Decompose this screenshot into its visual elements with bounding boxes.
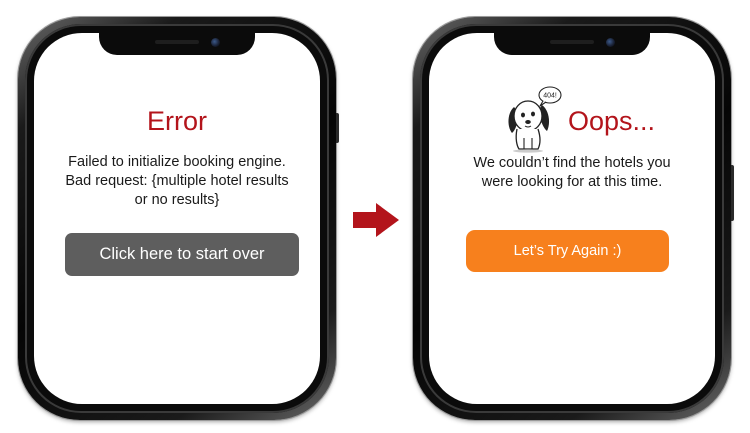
speaker-grille: [550, 40, 594, 44]
oops-screen: 404! Oops... We couldn’t find the hotels…: [429, 33, 715, 404]
error-message: Failed to initialize booking engine. Bad…: [44, 153, 310, 210]
phone-notch: [494, 33, 650, 55]
error-message-line: or no results}: [134, 192, 220, 208]
try-again-button[interactable]: Let’s Try Again :): [466, 230, 669, 272]
phone-bezel: 404! Oops... We couldn’t find the hotels…: [420, 24, 724, 413]
oops-message-line: We couldn’t find the hotels you: [473, 155, 671, 171]
dog-icon: 404!: [508, 86, 562, 153]
error-message-line: Failed to initialize booking engine.: [68, 154, 286, 170]
camera-icon: [211, 38, 220, 47]
phone-oops-state: 404! Oops... We couldn’t find the hotels…: [413, 17, 734, 420]
oops-title: Oops...: [568, 106, 656, 136]
oops-message-line: were looking for at this time.: [481, 174, 663, 190]
oops-message: We couldn’t find the hotels you were loo…: [439, 154, 705, 192]
error-screen: Error Failed to initialize booking engin…: [34, 33, 320, 404]
speaker-grille: [155, 40, 199, 44]
phone-notch: [99, 33, 255, 55]
error-message-line: Bad request: {multiple hotel results: [65, 173, 289, 189]
error-title: Error: [147, 106, 207, 136]
start-over-button[interactable]: Click here to start over: [65, 233, 299, 276]
phone-side-button: [731, 165, 734, 221]
phone-bezel: Error Failed to initialize booking engin…: [25, 24, 329, 413]
speech-bubble-text: 404!: [543, 93, 557, 100]
phone-side-button: [336, 113, 339, 143]
right-arrow-icon: [353, 203, 399, 237]
phone-error-state: Error Failed to initialize booking engin…: [18, 17, 339, 420]
camera-icon: [606, 38, 615, 47]
